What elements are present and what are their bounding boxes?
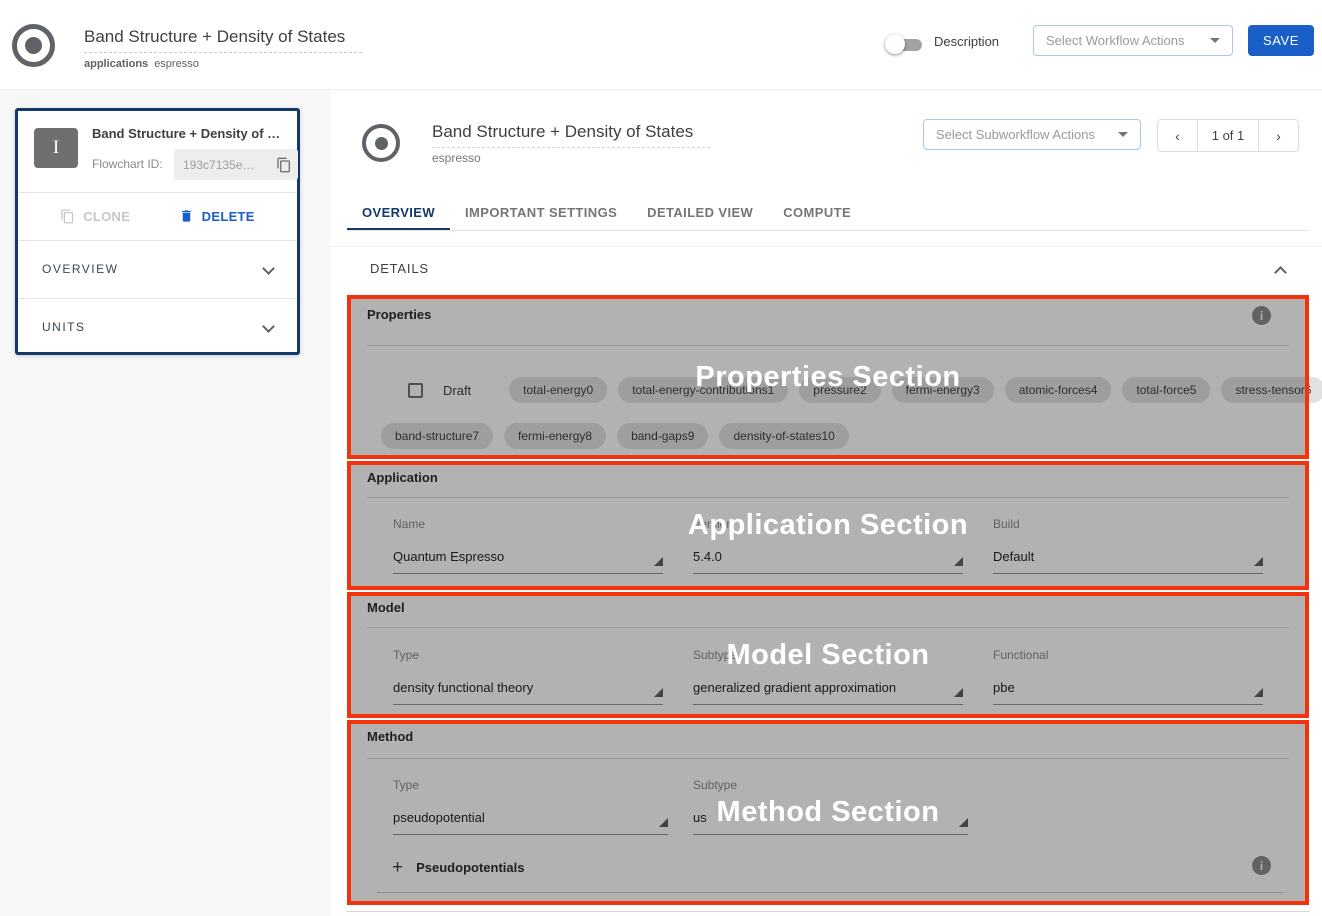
annotation-label: Application Section [688, 509, 968, 542]
delete-button-label: DELETE [202, 209, 255, 224]
annotation-label: Properties Section [695, 361, 960, 394]
chevron-down-icon [262, 320, 275, 333]
app-logo-icon [12, 24, 55, 67]
sidebar-item-label: OVERVIEW [42, 262, 118, 276]
unit-card: I Band Structure + Density of … Flowchar… [15, 108, 300, 355]
annotation-method: Method Section [347, 720, 1309, 905]
tab-bar: OVERVIEW IMPORTANT SETTINGS DETAILED VIE… [347, 197, 866, 231]
description-toggle-label: Description [934, 34, 999, 49]
method-section: Method Type pseudopotential Subtype us +… [347, 720, 1309, 905]
chevron-down-icon [262, 262, 275, 275]
subworkflow-subtitle: espresso [432, 151, 481, 165]
flowchart-id-label: Flowchart ID: [92, 157, 163, 171]
workflow-actions-select[interactable]: Select Workflow Actions [1033, 25, 1233, 56]
workflow-actions-label: Select Workflow Actions [1046, 33, 1184, 48]
tab-bar-divider [347, 230, 1309, 231]
breadcrumb: applications espresso [84, 58, 199, 70]
subworkflow-pager: ‹ 1 of 1 › [1157, 119, 1299, 152]
application-section: Application Name Quantum Espresso Versio… [347, 461, 1309, 590]
unit-card-title: Band Structure + Density of … [92, 126, 288, 141]
details-collapse-button[interactable] [1276, 264, 1285, 282]
unit-type-icon: I [34, 128, 78, 168]
toggle-knob [885, 34, 905, 54]
workflow-title[interactable]: Band Structure + Density of States [84, 27, 362, 53]
breadcrumb-category: applications [84, 58, 148, 70]
annotation-properties: Properties Section [347, 295, 1309, 459]
clone-button-label: CLONE [83, 209, 130, 224]
tab-detailed-view[interactable]: DETAILED VIEW [632, 197, 768, 231]
panel-divider [330, 246, 1322, 247]
subworkflow-icon [362, 124, 400, 162]
subworkflow-title[interactable]: Band Structure + Density of States [432, 122, 710, 148]
next-panel-divider [347, 911, 1309, 912]
pager-next-button[interactable]: › [1258, 119, 1299, 152]
app-header: Band Structure + Density of States appli… [0, 0, 1322, 90]
pager-label: 1 of 1 [1198, 119, 1258, 152]
breadcrumb-value: espresso [154, 58, 199, 70]
chevron-up-icon [1274, 266, 1287, 279]
annotation-label: Model Section [726, 639, 929, 672]
save-button[interactable]: SAVE [1248, 25, 1314, 56]
sidebar: I Band Structure + Density of … Flowchar… [0, 90, 330, 916]
flowchart-id-value: 193c7135e… [183, 158, 276, 172]
subworkflow-actions-label: Select Subworkflow Actions [936, 127, 1095, 142]
sidebar-item-overview[interactable]: OVERVIEW [18, 240, 297, 297]
sidebar-item-units[interactable]: UNITS [18, 298, 297, 355]
caret-down-icon [1118, 132, 1128, 137]
model-section: Model Type density functional theory Sub… [347, 592, 1309, 718]
unit-card-actions: CLONE DELETE [18, 192, 297, 240]
description-toggle[interactable] [888, 37, 922, 51]
flowchart-id-field[interactable]: 193c7135e… [174, 149, 298, 180]
clone-icon [60, 209, 75, 224]
caret-down-icon [1210, 38, 1220, 43]
copy-icon[interactable] [276, 157, 292, 173]
clone-button[interactable]: CLONE [60, 209, 130, 224]
tab-overview[interactable]: OVERVIEW [347, 197, 450, 231]
annotation-application: Application Section [347, 461, 1309, 590]
tab-compute[interactable]: COMPUTE [768, 197, 866, 231]
trash-icon [179, 208, 194, 224]
details-panel-title: DETAILS [370, 261, 429, 276]
annotation-label: Method Section [717, 796, 940, 829]
tab-important-settings[interactable]: IMPORTANT SETTINGS [450, 197, 632, 231]
properties-section: Properties i Draft total-energy0 total-e… [347, 295, 1309, 459]
pager-prev-button[interactable]: ‹ [1157, 119, 1198, 152]
delete-button[interactable]: DELETE [179, 208, 255, 224]
annotation-model: Model Section [347, 592, 1309, 718]
sidebar-item-label: UNITS [42, 320, 86, 334]
subworkflow-actions-select[interactable]: Select Subworkflow Actions [923, 119, 1141, 150]
